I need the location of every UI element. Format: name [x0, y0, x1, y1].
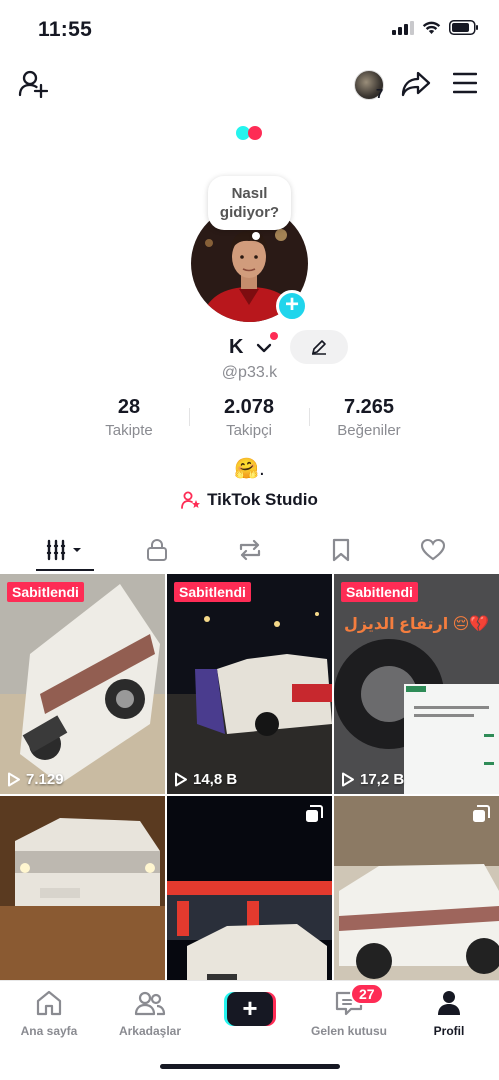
status-bar: 11:55	[0, 0, 499, 58]
video-grid: Sabitlendi 7.129 Sabitlendi 14,8 B Sabit…	[0, 574, 499, 994]
tab-liked-heart-icon[interactable]	[420, 538, 446, 562]
stat-number: 7.265	[343, 396, 395, 418]
view-count: 17,2 B	[341, 771, 404, 788]
nav-profile-label: Profil	[433, 1024, 465, 1038]
video-thumbnail[interactable]: Sabitlendi ارتفاع الديزل 😔💔 17,2 B	[334, 574, 499, 794]
profile-icon	[438, 991, 460, 1015]
nav-home-label: Ana sayfa	[20, 1024, 78, 1038]
stat-likes[interactable]: 7.265 Beğeniler	[319, 396, 419, 439]
nav-friends[interactable]: Arkadaşlar	[105, 989, 195, 1038]
video-caption-overlay: ارتفاع الديزل 😔💔	[344, 616, 490, 633]
play-icon	[175, 772, 187, 787]
bubble-tail	[252, 232, 260, 240]
status-time: 11:55	[38, 18, 93, 41]
signal-icon	[392, 20, 414, 35]
view-count-text: 14,8 B	[193, 771, 238, 788]
nav-inbox-label: Gelen kutusu	[310, 1024, 387, 1038]
stat-number: 28	[117, 396, 141, 418]
nav-profile[interactable]: Profil	[404, 989, 494, 1038]
play-icon	[8, 772, 20, 787]
view-count-text: 17,2 B	[360, 771, 405, 788]
tab-reposts-icon[interactable]	[236, 538, 264, 562]
red-dot	[248, 126, 262, 140]
story-count: 7	[376, 86, 384, 101]
play-icon	[342, 772, 354, 787]
profile-name[interactable]: K	[229, 336, 243, 359]
stat-followers[interactable]: 2.078 Takipçi	[199, 396, 299, 439]
profile-handle: @p33.k	[221, 364, 278, 381]
pinned-badge: Sabitlendi	[174, 582, 251, 602]
multi-image-icon	[306, 805, 323, 822]
tab-private-lock-icon[interactable]	[146, 538, 168, 562]
profile-stats: 28 Takipte 2.078 Takipçi 7.265 Beğeniler	[0, 396, 499, 444]
add-friend-icon[interactable]	[18, 68, 48, 98]
edit-profile-button[interactable]	[290, 330, 348, 364]
nav-friends-label: Arkadaşlar	[118, 1024, 182, 1038]
stat-following[interactable]: 28 Takipte	[79, 396, 179, 439]
inbox-badge: 27	[350, 983, 384, 1005]
video-thumbnail[interactable]	[167, 796, 332, 994]
create-video-button[interactable]: +	[224, 992, 276, 1026]
video-thumbnail[interactable]: Sabitlendi 7.129	[0, 574, 165, 794]
status-bubble[interactable]: Nasıl gidiyor?	[208, 176, 291, 230]
create-plus-icon: +	[227, 992, 273, 1026]
pinned-badge: Sabitlendi	[341, 582, 418, 602]
chevron-down-icon[interactable]	[256, 342, 272, 354]
studio-label: TikTok Studio	[207, 490, 318, 509]
view-count-text: 7.129	[26, 771, 64, 788]
studio-user-icon	[181, 491, 201, 509]
stat-label: Takipçi	[226, 422, 272, 439]
add-story-plus-icon[interactable]: +	[276, 290, 308, 322]
stat-label: Takipte	[105, 422, 153, 439]
battery-icon	[449, 20, 478, 35]
stat-divider	[309, 408, 310, 426]
wifi-icon	[422, 21, 441, 34]
video-thumbnail[interactable]	[0, 796, 165, 994]
menu-icon[interactable]	[453, 72, 477, 94]
profile-top-bar: 7	[0, 62, 499, 108]
stat-divider	[189, 408, 190, 426]
stat-label: Beğeniler	[337, 422, 401, 439]
share-icon[interactable]	[401, 70, 431, 98]
tab-videos-grid-icon[interactable]	[46, 538, 86, 562]
name-row: K	[0, 330, 499, 364]
home-indicator	[160, 1064, 340, 1069]
pencil-icon	[312, 340, 326, 355]
video-thumbnail[interactable]: Sabitlendi 14,8 B	[167, 574, 332, 794]
nav-home[interactable]: Ana sayfa	[4, 989, 94, 1038]
home-icon	[36, 990, 62, 1016]
view-count: 14,8 B	[174, 771, 237, 788]
pinned-badge: Sabitlendi	[7, 582, 84, 602]
tiktok-dots-logo	[236, 126, 264, 140]
video-thumbnail[interactable]	[334, 796, 499, 994]
view-count: 7.129	[7, 771, 64, 788]
notification-dot	[270, 332, 278, 340]
active-tab-indicator	[36, 569, 94, 571]
status-icons	[392, 20, 479, 35]
multi-image-icon	[473, 805, 490, 822]
stat-number: 2.078	[223, 396, 275, 418]
content-tabs	[0, 532, 499, 572]
tiktok-studio-link[interactable]: TikTok Studio	[0, 488, 499, 512]
tab-favorites-bookmark-icon[interactable]	[331, 538, 351, 562]
friends-icon	[134, 991, 166, 1016]
profile-bio: 🤗.	[234, 458, 265, 480]
